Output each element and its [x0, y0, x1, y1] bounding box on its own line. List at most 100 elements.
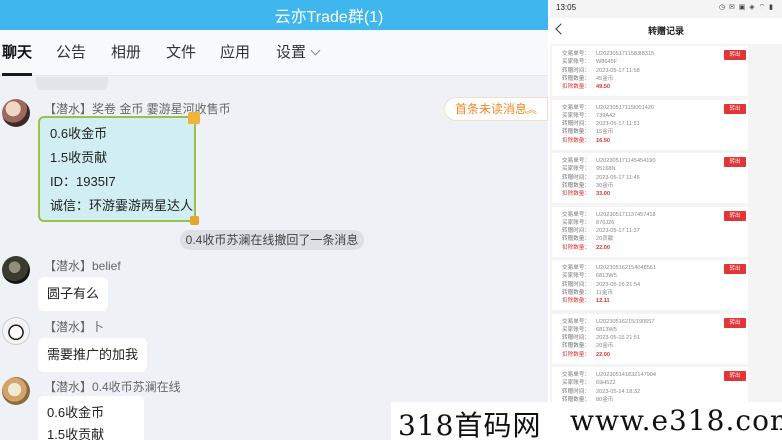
- sender-name: 【潜水】belief: [44, 259, 121, 273]
- record-buyer-row: 买家账号： 95168N: [562, 166, 616, 173]
- transfer-out-button[interactable]: 转出: [724, 264, 746, 274]
- record-order-row: 交易单号： U202305141832147904: [562, 372, 656, 379]
- record-order-label: 交易单号：: [562, 318, 590, 325]
- avatar[interactable]: [2, 317, 30, 345]
- record-time-value: 2023-05-16 21:51: [595, 335, 641, 342]
- record-time-label: 转赠时间：: [562, 174, 590, 181]
- watermark-url: www.e318.com: [570, 404, 782, 437]
- avatar[interactable]: [2, 377, 30, 405]
- unread-jump-button[interactable]: 首条未读消息 ︽: [444, 97, 548, 121]
- record-order-label: 交易单号：: [562, 158, 590, 164]
- transfer-out-button[interactable]: 转出: [724, 371, 746, 381]
- tab-apps[interactable]: 应用: [220, 30, 250, 76]
- transfer-record[interactable]: 交易单号： U20230517115I001420 买家账号： 739A42 转赠时间：…: [552, 99, 748, 150]
- transfer-record[interactable]: 交易单号： U20230516215I190657 买家账号： 6813W5 转赠时间：…: [552, 313, 748, 364]
- card-line: ID：1935I7: [50, 174, 116, 189]
- record-buyer-value: 95168N: [595, 166, 616, 173]
- record-buyer-label: 买家账号：: [562, 112, 590, 119]
- sender-name: 【潜水】卜: [44, 320, 105, 334]
- record-deduct-value: 33.00: [595, 191, 610, 198]
- record-order-row: 交易单号： U202305171145454190: [562, 158, 656, 165]
- record-buyer-value: 69H522: [595, 380, 616, 387]
- avatar[interactable]: [2, 99, 30, 127]
- record-order-label: 交易单号：: [562, 211, 590, 218]
- card-message-bubble[interactable]: 0.6收金币 1.5收贡献 ID：1935I7 诚信：环游霎游两星达人: [38, 112, 200, 225]
- record-deduct-row: 扣除数量： 22.00: [562, 245, 610, 252]
- record-order-label: 交易单号：: [562, 372, 590, 378]
- tab-album[interactable]: 相册: [111, 30, 141, 76]
- transfer-record[interactable]: 交易单号： U202305171145454190 买家账号： 95168N 转赠时间：…: [552, 153, 748, 203]
- record-buyer-value: 6813W5: [595, 326, 617, 333]
- tab-announcement[interactable]: 公告: [56, 30, 86, 76]
- transfer-record[interactable]: 交易单号： U2023051711583I8315 买家账号： W8645F 转赠时间：…: [552, 46, 748, 96]
- status-bar: 13:05 ◷ ✉ ▣ ◈ ⌔ ▮: [550, 0, 782, 18]
- record-time-row: 转赠时间： 2023-05-17 11:37: [562, 228, 640, 235]
- record-order-label: 交易单号：: [562, 51, 590, 57]
- transfer-out-button[interactable]: 转出: [724, 50, 746, 60]
- record-amount-row: 转赠数量： 30金币: [562, 183, 613, 190]
- record-time-value: 2023-05-17 11:45: [595, 174, 640, 181]
- sender-name: 【潜水】0.4收币苏澜在线: [44, 380, 181, 394]
- record-deduct-row: 扣除数量： 16.50: [562, 138, 610, 145]
- transfer-out-button[interactable]: 转出: [724, 210, 746, 221]
- tab-chat[interactable]: 聊天: [2, 30, 33, 76]
- record-time-value: 2023-05-17 11:37: [595, 228, 640, 235]
- system-notice: 0.4收币苏澜在线撤回了一条消息: [180, 230, 364, 250]
- transfer-out-button[interactable]: 转出: [724, 157, 746, 167]
- message-bubble[interactable]: 圆子有么: [38, 277, 109, 311]
- record-deduct-value: 49.50: [595, 84, 610, 91]
- avatar[interactable]: [2, 256, 30, 284]
- tab-files[interactable]: 文件: [166, 30, 196, 76]
- record-order-value: U20230516215I190657: [595, 318, 655, 325]
- record-amount-value: 45金币: [595, 75, 614, 82]
- record-amount-label: 转赠数量：: [562, 289, 590, 296]
- tab-settings[interactable]: 设置: [276, 30, 321, 76]
- record-time-label: 转赠时间：: [562, 228, 590, 235]
- record-deduct-row: 扣除数量： 49.50: [562, 84, 610, 91]
- record-buyer-value: 6813W5: [595, 273, 617, 280]
- record-amount-label: 转赠数量：: [562, 343, 590, 350]
- record-amount-label: 转赠数量：: [562, 129, 590, 136]
- message-bubble[interactable]: 需要推广的加我: [38, 338, 148, 372]
- record-amount-value: 30金币: [595, 182, 614, 189]
- record-deduct-label: 扣除数量：: [562, 244, 590, 251]
- record-time-label: 转赠时间：: [562, 67, 590, 74]
- record-time-value: 2023-05-17 11:58: [595, 67, 640, 74]
- record-time-label: 转赠时间：: [562, 388, 590, 395]
- record-amount-label: 转赠数量：: [562, 236, 590, 243]
- message-list[interactable]: 【潜水】奖卷 金币 霎游星河收售币 0.6收金币 1.5收贡献 ID：1935I…: [0, 77, 548, 440]
- bubble-decoration: [190, 216, 199, 225]
- record-amount-row: 转赠数量： 15金币: [562, 129, 613, 136]
- transfer-out-button[interactable]: 转出: [724, 103, 746, 114]
- record-buyer-row: 买家账号： 6813W5: [562, 273, 617, 280]
- record-amount-row: 转赠数量： 11金币: [562, 290, 613, 297]
- card-line: 0.6收金币: [50, 126, 108, 141]
- record-order-label: 交易单号：: [562, 265, 590, 271]
- record-time-value: 2023-05-14 18:32: [595, 388, 641, 395]
- message-bubble[interactable]: 0.6收金币 1.5收贡献: [38, 396, 144, 440]
- record-time-row: 转赠时间： 2023-05-16 21:54: [562, 282, 640, 289]
- record-order-row: 交易单号： U20230517115I001420: [562, 105, 654, 112]
- record-buyer-value: 876J26: [595, 219, 615, 226]
- record-deduct-label: 扣除数量：: [562, 191, 590, 198]
- record-time-value: 2023-05-17 11:51: [595, 121, 640, 128]
- record-deduct-value: 12.11: [595, 298, 610, 305]
- record-deduct-label: 扣除数量：: [562, 137, 590, 144]
- record-deduct-value: 22.00: [595, 244, 610, 251]
- transfer-record[interactable]: 交易单号： U202305171137457418 买家账号： 876J26 转赠时间：…: [552, 206, 748, 257]
- record-buyer-row: 买家账号： 739A42: [562, 113, 615, 120]
- record-amount-value: 20贡献: [595, 236, 614, 243]
- record-order-row: 交易单号： U202305162154048561: [562, 265, 656, 272]
- record-order-value: U202305141832147904: [595, 372, 657, 378]
- record-buyer-label: 买家账号：: [562, 59, 590, 66]
- phone-screenshot: 13:05 ◷ ✉ ▣ ◈ ⌔ ▮ 转赠记录 交易单号： U20230517115…: [550, 0, 782, 440]
- chat-tabs: 聊天 公告 相册 文件 应用 设置: [0, 30, 548, 76]
- record-buyer-label: 买家账号：: [562, 273, 590, 280]
- record-buyer-label: 买家账号：: [562, 326, 590, 333]
- record-order-row: 交易单号： U20230516215I190657: [562, 319, 654, 326]
- transfer-out-button[interactable]: 转出: [724, 317, 746, 328]
- record-time-row: 转赠时间： 2023-05-16 21:51: [562, 335, 640, 342]
- transfer-record[interactable]: 交易单号： U202305162154048561 买家账号： 6813W5 转赠时间：…: [552, 260, 748, 310]
- record-deduct-label: 扣除数量：: [562, 84, 590, 91]
- record-deduct-label: 扣除数量：: [562, 298, 590, 305]
